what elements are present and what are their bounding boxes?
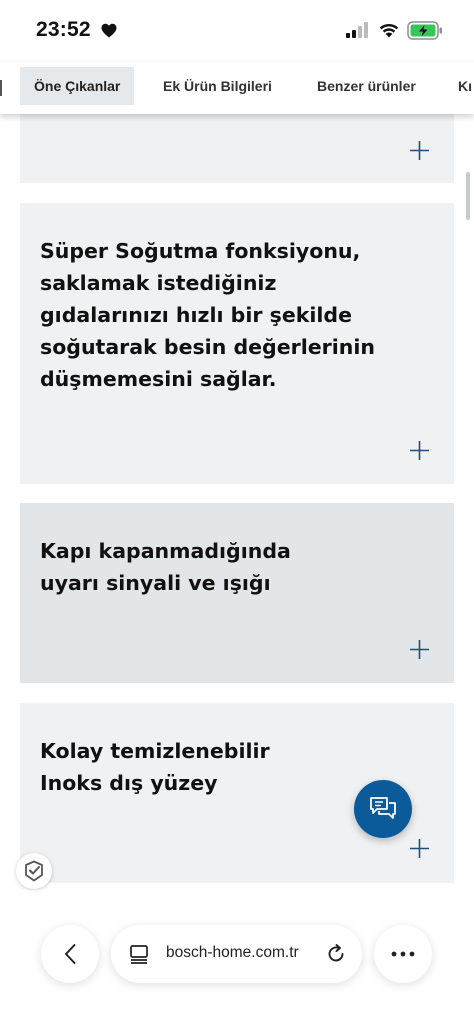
wifi-icon	[379, 23, 399, 38]
tab-bar: Öne Çıkanlar Ek Ürün Bilgileri Benzer ür…	[0, 62, 474, 114]
back-button[interactable]	[41, 925, 99, 983]
plus-icon[interactable]	[409, 440, 430, 461]
more-options-button[interactable]	[374, 925, 432, 983]
scrollbar[interactable]	[466, 172, 470, 220]
more-dots-icon	[391, 951, 415, 957]
status-bar: 23:52	[0, 0, 474, 62]
feature-card-title: Kapı kapanmadığında uyarı sinyali ve ışı…	[40, 539, 291, 595]
signal-icon	[346, 22, 368, 38]
tab-next[interactable]: Kı	[458, 67, 472, 105]
feature-card[interactable]	[20, 114, 454, 183]
tab-similar-products[interactable]: Benzer ürünler	[317, 67, 416, 105]
feature-card-super-cooling[interactable]: Süper Soğutma fonksiyonu, saklamak isted…	[20, 203, 454, 484]
checkmark-badge-icon	[25, 860, 43, 882]
feature-card-title: Kolay temizlenebilir Inoks dış yüzey	[40, 739, 270, 795]
heart-icon	[101, 23, 117, 38]
tab-scroll-edge	[0, 80, 2, 96]
trust-badge[interactable]	[16, 853, 52, 889]
page-menu-icon[interactable]	[129, 944, 149, 964]
tab-additional-product-info[interactable]: Ek Ürün Bilgileri	[163, 67, 272, 105]
feature-card-door-alarm[interactable]: Kapı kapanmadığında uyarı sinyali ve ışı…	[20, 503, 454, 683]
battery-charging-icon	[407, 21, 442, 40]
tab-highlights[interactable]: Öne Çıkanlar	[20, 67, 135, 105]
address-bar[interactable]: bosch-home.com.tr	[111, 925, 362, 983]
plus-icon[interactable]	[409, 838, 430, 859]
plus-icon[interactable]	[409, 140, 430, 161]
url-text: bosch-home.com.tr	[166, 944, 299, 961]
reload-icon[interactable]	[325, 943, 347, 965]
chat-button[interactable]	[354, 780, 412, 838]
chevron-left-icon	[65, 944, 76, 964]
status-time: 23:52	[36, 18, 91, 41]
feature-card-title: Süper Soğutma fonksiyonu, saklamak isted…	[40, 239, 375, 391]
chat-icon	[370, 797, 396, 819]
browser-toolbar: bosch-home.com.tr	[0, 890, 474, 1024]
plus-icon[interactable]	[409, 639, 430, 660]
